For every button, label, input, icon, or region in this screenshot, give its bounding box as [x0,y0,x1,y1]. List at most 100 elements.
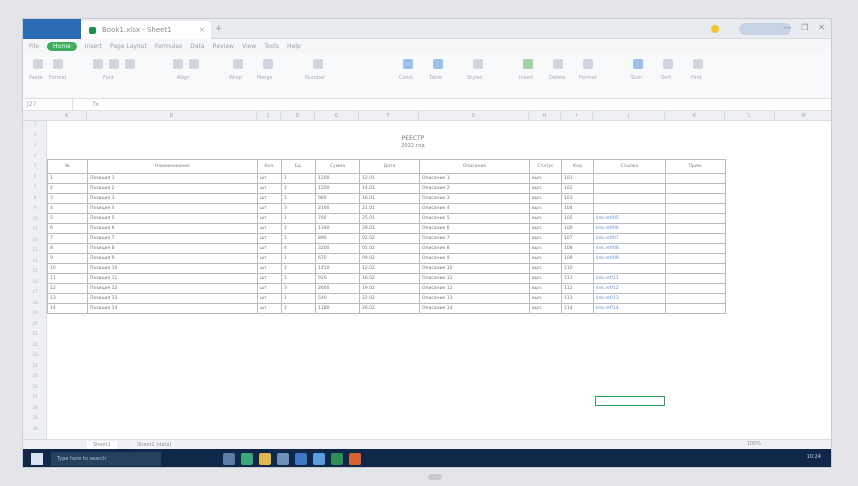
format-cells-icon[interactable] [583,59,593,69]
table-cell[interactable]: link.ref/11 [593,273,666,284]
table-cell[interactable]: 6 [47,223,88,234]
table-cell[interactable]: Описание 13 [419,293,530,304]
maximize-button[interactable]: ❐ [801,23,808,32]
table-cell[interactable]: 12 [47,283,88,294]
table-cell[interactable]: 5 [47,213,88,224]
row-number[interactable]: 18 [23,300,47,305]
table-cell[interactable]: шт [257,203,282,214]
row-number[interactable]: 2 [23,132,47,137]
header-cell[interactable]: Ед. [281,159,316,174]
table-cell[interactable]: Описание 9 [419,253,530,264]
table-cell[interactable]: 104 [561,203,594,214]
table-cell[interactable]: шт [257,223,282,234]
table-cell[interactable]: 1 [47,173,88,184]
header-cell[interactable]: Сумма [315,159,360,174]
table-cell[interactable]: 7 [47,233,88,244]
row-number[interactable]: 10 [23,216,47,221]
table-cell[interactable]: Описание 4 [419,203,530,214]
name-box[interactable]: J27 [23,99,73,110]
row-number[interactable]: 12 [23,237,47,242]
column-header[interactable]: F [359,111,419,121]
table-cell[interactable]: шт [257,193,282,204]
table-cell[interactable]: вып. [529,303,562,314]
table-cell[interactable]: Описание 1 [419,173,530,184]
table-cell[interactable]: вып. [529,223,562,234]
row-number[interactable]: 22 [23,342,47,347]
table-cell[interactable]: 1 [281,193,316,204]
table-cell[interactable] [665,243,726,254]
mail-icon[interactable] [295,453,307,465]
column-header[interactable]: K [665,111,725,121]
table-cell[interactable]: 02.02 [359,233,420,244]
menu-file[interactable]: File [29,43,39,50]
table-cell[interactable]: вып. [529,273,562,284]
table-cell[interactable]: 106 [561,223,594,234]
table-cell[interactable]: 1340 [315,223,360,234]
table-cell[interactable]: 1 [281,293,316,304]
table-cell[interactable]: Позиция 2 [87,183,258,194]
table-cell[interactable]: шт [257,303,282,314]
table-cell[interactable]: вып. [529,173,562,184]
table-cell[interactable]: 19.02 [359,283,420,294]
table-cell[interactable]: Позиция 12 [87,283,258,294]
row-number[interactable]: 15 [23,268,47,273]
excel-icon[interactable] [331,453,343,465]
table-cell[interactable]: вып. [529,213,562,224]
table-cell[interactable]: 1450 [315,263,360,274]
row-number[interactable]: 5 [23,163,47,168]
align-left-icon[interactable] [173,59,183,69]
header-cell[interactable]: Описание [419,159,530,174]
taskbar-search-input[interactable]: Type here to search [51,452,161,466]
sheet-tab[interactable]: Sheet1 [87,441,117,449]
table-cell[interactable]: 2100 [315,203,360,214]
table-cell[interactable]: вып. [529,203,562,214]
table-cell[interactable]: Позиция 13 [87,293,258,304]
table-cell[interactable]: 14.01 [359,183,420,194]
italic-icon[interactable] [109,59,119,69]
table-cell[interactable]: link.ref/05 [593,213,666,224]
table-cell[interactable]: 16.02 [359,273,420,284]
table-cell[interactable]: 2 [47,183,88,194]
table-cell[interactable]: шт [257,173,282,184]
table-cell[interactable] [665,253,726,264]
table-cell[interactable]: Позиция 4 [87,203,258,214]
menu-review[interactable]: Review [213,43,234,50]
table-cell[interactable]: Позиция 14 [87,303,258,314]
selected-cell[interactable] [595,396,665,406]
table-cell[interactable]: 109 [561,253,594,264]
row-number[interactable]: 20 [23,321,47,326]
row-number[interactable]: 25 [23,373,47,378]
document-tab[interactable]: Book1.xlsx - Sheet1 × [81,21,211,39]
table-cell[interactable]: 4 [281,243,316,254]
cell-styles-icon[interactable] [473,59,483,69]
table-cell[interactable]: 05.02 [359,243,420,254]
word-icon[interactable] [313,453,325,465]
table-cell[interactable]: 1200 [315,173,360,184]
table-cell[interactable]: 4 [47,203,88,214]
table-cell[interactable]: 103 [561,193,594,204]
underline-icon[interactable] [125,59,135,69]
table-cell[interactable]: 101 [561,173,594,184]
table-cell[interactable]: 2600 [315,283,360,294]
header-cell[interactable]: Статус [529,159,562,174]
table-cell[interactable]: 1 [281,233,316,244]
table-cell[interactable] [593,193,666,204]
row-number[interactable]: 4 [23,153,47,158]
header-cell[interactable]: Дата [359,159,420,174]
table-cell[interactable]: link.ref/08 [593,243,666,254]
table-cell[interactable]: 111 [561,273,594,284]
minimize-button[interactable]: — [783,23,791,32]
table-cell[interactable]: 107 [561,233,594,244]
table-cell[interactable]: 114 [561,303,594,314]
table-cell[interactable] [593,173,666,184]
table-cell[interactable]: 920 [315,273,360,284]
column-header[interactable]: J [593,111,665,121]
header-cell[interactable]: Кол. [257,159,282,174]
row-number[interactable]: 24 [23,363,47,368]
table-cell[interactable]: 1 [281,213,316,224]
sort-filter-icon[interactable] [663,59,673,69]
table-cell[interactable]: 10 [47,263,88,274]
table-cell[interactable] [665,233,726,244]
table-cell[interactable]: Позиция 11 [87,273,258,284]
row-number[interactable]: 27 [23,394,47,399]
